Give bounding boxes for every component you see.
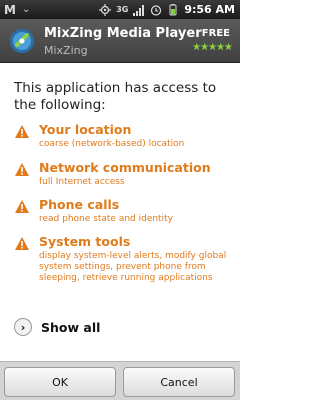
download-icon: ⌄ (21, 4, 31, 15)
alarm-icon (151, 4, 162, 16)
status-time: 9:56 AM (184, 3, 235, 16)
permissions-intro: This application has access to the follo… (14, 80, 217, 113)
battery-icon (169, 3, 177, 15)
permission-title: System tools (39, 234, 131, 249)
permission-desc: display system-level alerts, modify glob… (39, 251, 227, 283)
permission-desc: coarse (network-based) location (39, 139, 185, 149)
warning-icon (15, 200, 29, 213)
app-header: MixZing Media Player MixZing FREE ★★★★★ (0, 19, 240, 63)
gmail-icon: M (4, 2, 16, 17)
status-bar: M ⌄ 3G 9:56 AM (0, 0, 240, 19)
button-bar: OK Cancel (0, 361, 240, 400)
show-all-label: Show all (41, 319, 101, 335)
permission-title: Phone calls (39, 197, 120, 212)
chevron-right-icon: › (14, 318, 32, 336)
permission-title: Your location (39, 122, 132, 137)
warning-icon (15, 125, 29, 138)
app-developer: MixZing (44, 44, 88, 57)
permission-desc: read phone state and identity (39, 214, 173, 224)
permission-title: Network communication (39, 160, 211, 175)
network-type-icon: 3G (116, 4, 129, 14)
gps-icon (99, 3, 112, 16)
app-icon (10, 29, 34, 53)
price-label: FREE (201, 28, 230, 39)
permissions-panel: This application has access to the follo… (0, 64, 240, 364)
cancel-button[interactable]: Cancel (123, 367, 235, 397)
permission-desc: full Internet access (39, 177, 125, 187)
warning-icon (15, 237, 29, 250)
signal-icon (133, 4, 145, 16)
app-title: MixZing Media Player (44, 26, 202, 41)
ok-button[interactable]: OK (4, 367, 116, 397)
warning-icon (15, 163, 29, 176)
rating-stars: ★★★★★ (192, 42, 233, 53)
show-all-button[interactable]: › Show all (14, 318, 100, 336)
